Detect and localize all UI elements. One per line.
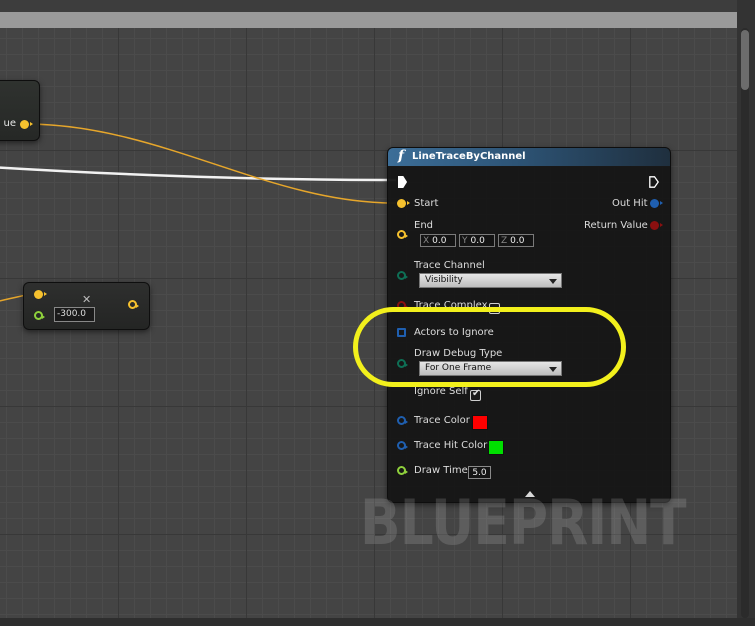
right-panel-edge	[737, 0, 755, 626]
start-pin[interactable]	[397, 199, 410, 208]
vector-make-node[interactable]: ✕ -300.0	[23, 282, 150, 330]
trace-color-swatch[interactable]	[472, 415, 488, 430]
y-axis-label: Y	[462, 236, 468, 246]
node-header[interactable]: f LineTraceByChannel	[388, 148, 670, 166]
out-hit-pin[interactable]	[650, 199, 663, 208]
exec-wire	[0, 166, 397, 182]
annotation-highlight-ellipse	[353, 307, 626, 387]
bottom-bar	[0, 618, 755, 626]
partial-node-pin-label: ue	[3, 118, 17, 129]
end-z-field[interactable]: Z 0.0	[498, 234, 534, 247]
draw-time-label: Draw Time	[414, 465, 468, 476]
trace-channel-value: Visibility	[425, 275, 463, 285]
vector-output-pin[interactable]	[128, 300, 139, 309]
z-axis-label: Z	[501, 236, 508, 246]
end-label: End	[414, 220, 434, 231]
scrollbar-track[interactable]	[741, 28, 749, 618]
close-icon[interactable]: ✕	[82, 293, 91, 306]
trace-color-pin[interactable]	[397, 416, 408, 425]
return-value-out-pin[interactable]	[650, 221, 663, 230]
ignore-self-checkbox[interactable]: ✔	[470, 388, 481, 401]
trace-channel-pin[interactable]	[397, 271, 408, 280]
trace-hit-color-pin[interactable]	[397, 441, 408, 450]
partial-node-left[interactable]: ue	[0, 80, 40, 141]
chevron-down-icon	[549, 279, 557, 284]
end-x-field[interactable]: X 0.0	[420, 234, 456, 247]
tab-strip	[0, 12, 737, 29]
exec-input-pin[interactable]	[398, 176, 407, 188]
vector-input-pin[interactable]	[34, 290, 47, 299]
vector-wire-start	[25, 123, 397, 204]
end-y-field[interactable]: Y 0.0	[459, 234, 495, 247]
draw-time-pin[interactable]	[397, 466, 408, 475]
y-value: 0.0	[470, 236, 485, 246]
exec-output-pin[interactable]	[649, 176, 659, 188]
draw-time-input[interactable]: 5.0	[468, 466, 491, 479]
trace-color-label: Trace Color	[414, 415, 470, 426]
start-label: Start	[414, 198, 439, 209]
trace-channel-dropdown[interactable]: Visibility	[419, 273, 562, 288]
scrollbar-thumb[interactable]	[741, 30, 749, 90]
out-hit-label: Out Hit	[612, 198, 648, 209]
float-value-input[interactable]: -300.0	[54, 307, 95, 322]
end-pin[interactable]	[397, 230, 408, 239]
float-input-pin[interactable]	[34, 311, 45, 320]
z-value: 0.0	[510, 236, 525, 246]
trace-channel-label: Trace Channel	[414, 260, 485, 271]
trace-hit-color-label: Trace Hit Color	[414, 440, 488, 451]
function-icon: f	[398, 148, 405, 164]
node-title: LineTraceByChannel	[412, 151, 526, 162]
trace-hit-color-swatch[interactable]	[488, 440, 504, 455]
blueprint-graph-canvas[interactable]: ue ✕ -300.0 f LineTraceByChannel Start O…	[0, 28, 737, 618]
return-value-label: Return Value	[584, 220, 648, 231]
ignore-self-label: Ignore Self	[414, 386, 468, 397]
blueprint-watermark: BLUEPRINT	[360, 486, 687, 559]
x-value: 0.0	[432, 236, 447, 246]
x-axis-label: X	[423, 236, 430, 246]
return-value-pin[interactable]	[20, 120, 33, 129]
editor-tab-bar	[0, 0, 755, 29]
